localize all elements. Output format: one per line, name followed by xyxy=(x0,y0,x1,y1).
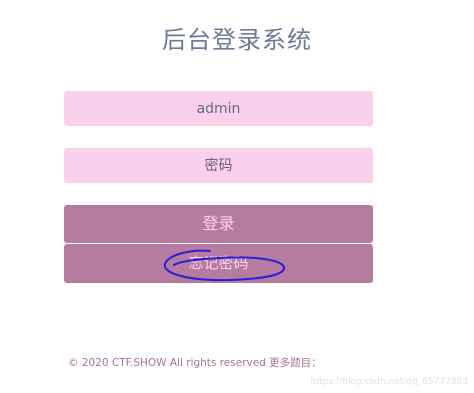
username-input[interactable] xyxy=(64,91,373,126)
watermark-text: https://blog.csdn.net/qq_65777983 xyxy=(309,377,468,387)
login-button[interactable]: 登录 xyxy=(64,205,373,243)
password-input[interactable] xyxy=(64,148,373,183)
forgot-password-button[interactable]: 忘记密码 xyxy=(64,244,373,283)
footer-copyright: © 2020 CTF.SHOW All rights reserved 更多题目… xyxy=(68,357,322,369)
page-title: 后台登录系统 xyxy=(162,26,312,54)
